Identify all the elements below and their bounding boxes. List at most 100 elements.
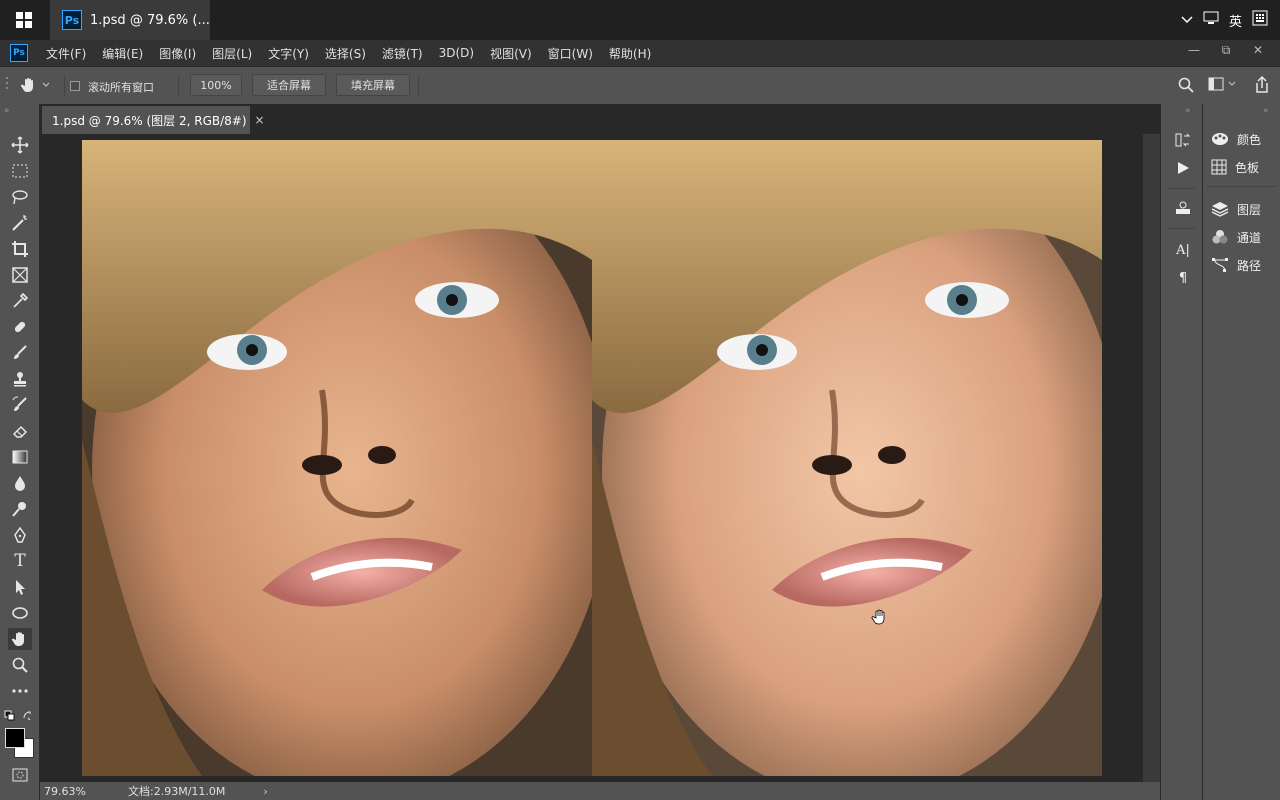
properties-panel-icon[interactable] [1173, 198, 1193, 218]
fill-screen-button[interactable]: 填充屏幕 [336, 74, 410, 96]
zoom-tool-icon[interactable] [8, 654, 32, 676]
hand-tool-preset-picker[interactable] [20, 75, 54, 95]
eyedropper-tool-icon[interactable] [8, 290, 32, 312]
channels-icon [1212, 230, 1228, 244]
swap-colors-icon[interactable] [22, 710, 34, 725]
ime-label[interactable]: 英 [1229, 11, 1242, 30]
more-tools-icon[interactable] [8, 680, 32, 702]
default-colors-icon[interactable] [4, 710, 16, 725]
divider [178, 75, 179, 97]
zoom-level[interactable]: 79.63% [44, 785, 92, 798]
menu-help[interactable]: 帮助(H) [609, 45, 651, 62]
scroll-all-windows-checkbox[interactable] [70, 81, 80, 91]
fit-screen-button[interactable]: 适合屏幕 [252, 74, 326, 96]
panel-layers[interactable]: 图层 [1211, 196, 1261, 222]
swatches-grid-icon [1211, 159, 1227, 175]
share-icon[interactable] [1254, 75, 1270, 97]
paths-icon [1212, 258, 1228, 272]
lasso-tool-icon[interactable] [8, 186, 32, 208]
photoshop-app-icon: Ps [62, 10, 82, 30]
scroll-all-windows-label: 滚动所有窗口 [88, 81, 154, 94]
menu-image[interactable]: 图像(I) [159, 45, 196, 62]
network-icon[interactable] [1203, 11, 1219, 29]
system-tray: 英 [1181, 0, 1280, 40]
frame-tool-icon[interactable] [8, 264, 32, 286]
panels-column: « 颜色 色板 图层 通道 路径 [1202, 104, 1280, 800]
document-tab-title: 1.psd @ 79.6% (图层 2, RGB/8#) [52, 113, 247, 128]
move-tool-icon[interactable] [8, 134, 32, 156]
chevron-up-icon[interactable] [1181, 13, 1193, 28]
chevron-down-icon [42, 82, 50, 87]
pen-tool-icon[interactable] [8, 524, 32, 546]
brush-tool-icon[interactable] [8, 342, 32, 364]
divider [1167, 228, 1195, 229]
panel-color[interactable]: 颜色 [1211, 126, 1261, 152]
panel-channels[interactable]: 通道 [1211, 224, 1261, 250]
gradient-tool-icon[interactable] [8, 446, 32, 468]
menu-select[interactable]: 选择(S) [325, 45, 366, 62]
expand-panels-icon[interactable]: « [1263, 106, 1269, 116]
dodge-tool-icon[interactable] [8, 498, 32, 520]
menu-3d[interactable]: 3D(D) [439, 46, 474, 60]
ellipse-tool-icon[interactable] [8, 602, 32, 624]
collapse-panels-icon[interactable]: « [1185, 106, 1191, 116]
layers-icon [1211, 202, 1229, 217]
menu-filter[interactable]: 滤镜(T) [382, 45, 423, 62]
portrait-comparison-image [82, 140, 1102, 776]
history-brush-tool-icon[interactable] [8, 394, 32, 416]
menu-window[interactable]: 窗口(W) [548, 45, 593, 62]
vertical-scrollbar[interactable] [1143, 134, 1160, 782]
chevron-down-icon [1228, 81, 1236, 86]
marquee-tool-icon[interactable] [8, 160, 32, 182]
clone-stamp-tool-icon[interactable] [8, 368, 32, 390]
status-menu-arrow-icon[interactable]: › [263, 785, 267, 798]
keyboard-icon[interactable] [1252, 10, 1268, 30]
minimize-button[interactable]: — [1178, 40, 1210, 60]
foreground-color-swatch[interactable] [5, 728, 25, 748]
menu-view[interactable]: 视图(V) [490, 45, 532, 62]
blur-tool-icon[interactable] [8, 472, 32, 494]
close-document-icon[interactable]: × [255, 113, 265, 127]
panel-paths[interactable]: 路径 [1211, 252, 1261, 278]
type-tool-icon[interactable]: T [8, 550, 32, 572]
eraser-tool-icon[interactable] [8, 420, 32, 442]
close-window-button[interactable]: ✕ [1242, 40, 1274, 60]
divider [64, 75, 65, 97]
divider [1167, 188, 1195, 189]
collapsed-panels-column: « A| ¶ [1160, 104, 1202, 800]
crop-tool-icon[interactable] [8, 238, 32, 260]
workspace-switcher[interactable] [1208, 77, 1236, 91]
menu-type[interactable]: 文字(Y) [268, 45, 309, 62]
search-icon[interactable] [1178, 77, 1194, 96]
magic-wand-tool-icon[interactable] [8, 212, 32, 234]
status-bar: 79.63% 文档:2.93M/11.0M › [40, 782, 1160, 800]
before-photo [82, 140, 612, 776]
menu-layer[interactable]: 图层(L) [212, 45, 252, 62]
menu-edit[interactable]: 编辑(E) [102, 45, 143, 62]
restore-button[interactable]: ⧉ [1210, 40, 1242, 60]
paragraph-panel-icon[interactable]: ¶ [1173, 268, 1193, 288]
quick-mask-icon[interactable] [8, 764, 32, 786]
healing-brush-tool-icon[interactable] [8, 316, 32, 338]
hand-icon [20, 78, 33, 92]
actions-panel-icon[interactable] [1173, 158, 1193, 178]
after-photo [592, 140, 1102, 776]
document-canvas-image[interactable] [82, 140, 1102, 776]
path-selection-tool-icon[interactable] [8, 576, 32, 598]
character-panel-icon[interactable]: A| [1173, 240, 1193, 260]
tools-panel: » T [0, 104, 40, 800]
taskbar-photoshop-window[interactable]: Ps 1.psd @ 79.6% (... [50, 0, 210, 40]
menu-file[interactable]: 文件(F) [46, 45, 86, 62]
hand-tool-icon[interactable] [8, 628, 32, 650]
zoom-100-button[interactable]: 100% [190, 74, 242, 96]
windows-start-icon[interactable] [0, 0, 48, 40]
divider [1207, 186, 1277, 187]
grip-icon [4, 75, 10, 95]
photoshop-logo-icon[interactable]: Ps [10, 44, 28, 62]
panel-swatches[interactable]: 色板 [1211, 154, 1259, 180]
document-tab[interactable]: 1.psd @ 79.6% (图层 2, RGB/8#) × [42, 106, 265, 134]
history-panel-icon[interactable] [1173, 130, 1193, 150]
window-controls: — ⧉ ✕ [1178, 40, 1274, 62]
collapse-toolbar-icon[interactable]: » [4, 106, 10, 116]
menu-bar: Ps 文件(F) 编辑(E) 图像(I) 图层(L) 文字(Y) 选择(S) 滤… [0, 40, 1280, 66]
